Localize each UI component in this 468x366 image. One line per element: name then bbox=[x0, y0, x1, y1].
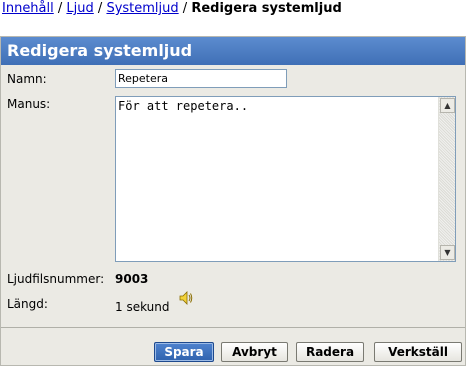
name-input[interactable]: Repetera bbox=[115, 69, 287, 88]
apply-button[interactable]: Verkställ bbox=[374, 342, 462, 362]
name-label: Namn: bbox=[7, 72, 47, 86]
breadcrumb-separator: / bbox=[57, 1, 63, 16]
breadcrumb: Innehåll / Ljud / Systemljud / Redigera … bbox=[2, 0, 342, 18]
cancel-button[interactable]: Avbryt bbox=[221, 342, 288, 362]
file-number-label: Ljudfilsnummer: bbox=[7, 272, 105, 286]
script-text: För att repetera.. bbox=[118, 99, 249, 113]
breadcrumb-link-systemljud[interactable]: Systemljud bbox=[106, 1, 178, 16]
breadcrumb-current: Redigera systemljud bbox=[191, 1, 342, 16]
textarea-scrollbar[interactable]: ▲ ▼ bbox=[438, 97, 455, 261]
breadcrumb-separator: / bbox=[97, 1, 103, 16]
save-button[interactable]: Spara bbox=[154, 342, 214, 362]
breadcrumb-link-ljud[interactable]: Ljud bbox=[66, 1, 93, 16]
length-label: Längd: bbox=[7, 297, 48, 311]
edit-panel: Redigera systemljud Namn: Repetera Manus… bbox=[0, 36, 466, 366]
scroll-up-arrow-icon[interactable]: ▲ bbox=[440, 98, 455, 113]
script-textarea[interactable]: För att repetera.. ▲ ▼ bbox=[115, 96, 456, 262]
script-label: Manus: bbox=[7, 97, 51, 111]
delete-button[interactable]: Radera bbox=[296, 342, 364, 362]
divider bbox=[1, 327, 465, 328]
breadcrumb-separator: / bbox=[182, 1, 188, 16]
file-number-value: 9003 bbox=[115, 272, 149, 286]
length-value: 1 sekund bbox=[115, 300, 170, 314]
speaker-icon[interactable] bbox=[179, 291, 193, 305]
breadcrumb-link-innehall[interactable]: Innehåll bbox=[2, 1, 54, 16]
panel-title: Redigera systemljud bbox=[1, 37, 465, 65]
scroll-down-arrow-icon[interactable]: ▼ bbox=[440, 245, 455, 260]
